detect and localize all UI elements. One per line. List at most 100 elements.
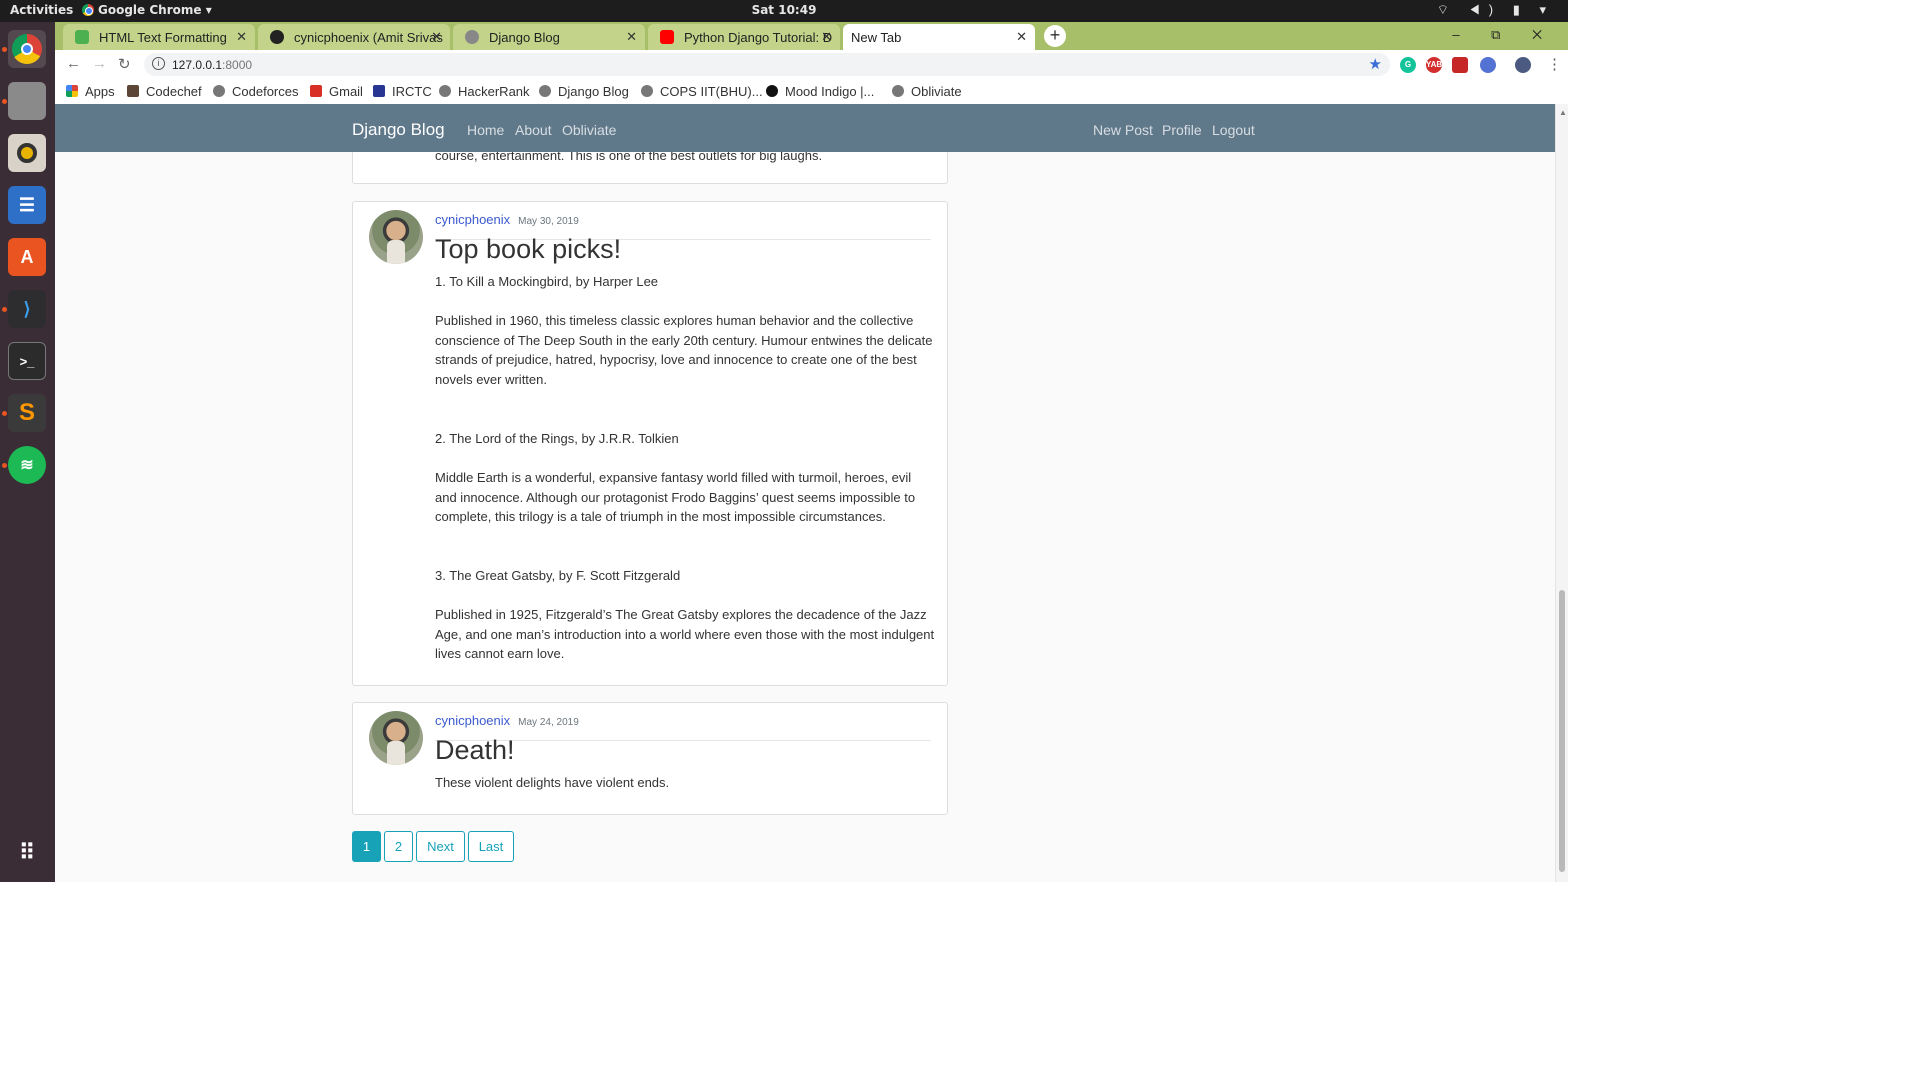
bookmark-hackerrank[interactable]: HackerRank — [439, 84, 530, 99]
bookmark-star-icon[interactable]: ★ — [1369, 55, 1382, 73]
sublime-text-icon[interactable]: S — [8, 394, 46, 432]
extension-icon[interactable] — [1452, 57, 1468, 73]
close-tab-icon[interactable]: ✕ — [431, 29, 442, 45]
scroll-up-icon[interactable]: ▲ — [1559, 108, 1567, 117]
grammarly-extension-icon[interactable]: G — [1400, 57, 1416, 73]
spotify-icon[interactable]: ≋ — [8, 446, 46, 484]
bookmark-label: IRCTC — [392, 84, 432, 99]
page-viewport: course, entertainment. This is one of th… — [55, 104, 1568, 882]
show-applications-icon[interactable]: ⠿ — [8, 834, 46, 872]
window-controls[interactable]: – ⧉ ✕ — [1452, 27, 1556, 43]
close-tab-icon[interactable]: ✕ — [236, 29, 247, 45]
bookmark-apps[interactable]: Apps — [66, 84, 115, 99]
post-paragraph: 3. The Great Gatsby, by F. Scott Fitzger… — [435, 567, 681, 583]
url-host: 127.0.0.1 — [172, 58, 223, 72]
favicon-icon — [75, 30, 89, 44]
tab-title: Django Blog — [489, 30, 560, 45]
bookmark-label: Mood Indigo |... — [785, 84, 875, 99]
writer-icon[interactable]: ☰ — [8, 186, 46, 224]
reload-button[interactable]: ↻ — [118, 55, 131, 73]
post-date: May 24, 2019 — [518, 717, 579, 728]
terminal-icon[interactable]: >_ — [8, 342, 46, 380]
profile-avatar-icon[interactable] — [1515, 57, 1531, 73]
close-tab-icon[interactable]: ✕ — [626, 29, 637, 45]
page-scrollbar[interactable]: ▲ — [1555, 104, 1568, 882]
running-indicator — [2, 99, 7, 104]
post-title[interactable]: Top book picks! — [435, 234, 621, 265]
bookmark-codechef[interactable]: Codechef — [127, 84, 202, 99]
new-tab-button[interactable]: + — [1044, 25, 1066, 47]
site-navbar: Django Blog Home About Obliviate New Pos… — [55, 104, 1555, 152]
bookmark-django-blog[interactable]: Django Blog — [539, 84, 629, 99]
running-indicator — [2, 463, 7, 468]
extension-icon[interactable] — [1480, 57, 1496, 73]
author-link[interactable]: cynicphoenix — [435, 713, 510, 728]
forward-button[interactable]: → — [92, 55, 107, 72]
globe-icon — [439, 85, 451, 97]
scrollbar-thumb[interactable] — [1559, 590, 1565, 872]
site-brand[interactable]: Django Blog — [352, 120, 445, 140]
tab-title: Python Django Tutorial: D — [684, 30, 833, 45]
globe-icon — [213, 85, 225, 97]
rhythmbox-icon[interactable] — [8, 134, 46, 172]
bookmark-gmail[interactable]: Gmail — [310, 84, 363, 99]
bookmark-label: Apps — [85, 84, 115, 99]
post-body: These violent delights have violent ends… — [435, 775, 670, 790]
post-paragraph: 2. The Lord of the Rings, by J.R.R. Tolk… — [435, 430, 679, 446]
tab-title: HTML Text Formatting — [99, 30, 227, 45]
system-tray[interactable]: ⌔ ◀) ▮ ▾ — [1437, 2, 1554, 18]
address-bar[interactable]: i 127.0.0.1:8000 ★ — [144, 53, 1390, 76]
info-icon[interactable]: i — [152, 57, 165, 70]
running-indicator — [2, 307, 7, 312]
next-page-button[interactable]: Next — [416, 831, 465, 862]
post-card: cynicphoenix May 24, 2019 Death! These vi… — [352, 702, 948, 815]
url-port: :8000 — [222, 58, 253, 72]
files-icon[interactable] — [8, 82, 46, 120]
nav-obliviate[interactable]: Obliviate — [562, 122, 616, 138]
last-page-button[interactable]: Last — [468, 831, 514, 862]
running-indicator — [2, 47, 7, 52]
bookmark-label: Codechef — [146, 84, 202, 99]
tab-django-blog[interactable]: Django Blog ✕ — [453, 24, 645, 50]
bookmark-mood-indigo[interactable]: Mood Indigo |... — [766, 84, 874, 99]
back-button[interactable]: ← — [66, 55, 81, 72]
tab-new-tab[interactable]: New Tab ✕ — [843, 24, 1035, 50]
close-tab-icon[interactable]: ✕ — [821, 29, 832, 45]
page-2-button[interactable]: 2 — [384, 831, 413, 862]
author-link[interactable]: cynicphoenix — [435, 212, 510, 227]
vscode-icon[interactable]: ⟩ — [8, 290, 46, 328]
post-title[interactable]: Death! — [435, 735, 515, 766]
tab-html-text-formatting[interactable]: HTML Text Formatting ✕ — [63, 24, 255, 50]
tab-youtube[interactable]: Python Django Tutorial: D ✕ — [648, 24, 840, 50]
close-tab-icon[interactable]: ✕ — [1016, 29, 1027, 45]
avatar[interactable] — [369, 210, 423, 264]
adblock-extension-icon[interactable]: YAB — [1426, 57, 1442, 73]
nav-about[interactable]: About — [515, 122, 552, 138]
avatar[interactable] — [369, 711, 423, 765]
post-date: May 30, 2019 — [518, 216, 579, 227]
post-body: 1. To Kill a Mockingbird, by Harper Lee … — [435, 272, 935, 683]
codechef-icon — [127, 85, 139, 97]
globe-icon — [892, 85, 904, 97]
gmail-icon — [310, 85, 322, 97]
youtube-icon — [660, 30, 674, 44]
nav-profile[interactable]: Profile — [1162, 122, 1202, 138]
bookmark-cops[interactable]: COPS IIT(BHU)... — [641, 84, 763, 99]
bookmark-codeforces[interactable]: Codeforces — [213, 84, 298, 99]
tab-github[interactable]: cynicphoenix (Amit Srivas ✕ — [258, 24, 450, 50]
software-center-icon[interactable]: A — [8, 238, 46, 276]
bookmark-label: Obliviate — [911, 84, 962, 99]
globe-icon — [465, 30, 479, 44]
bookmark-obliviate[interactable]: Obliviate — [892, 84, 962, 99]
post-paragraph: Published in 1925, Fitzgerald’s The Grea… — [435, 607, 935, 662]
chrome-icon[interactable] — [8, 30, 46, 68]
post-paragraph: Middle Earth is a wonderful, expansive f… — [435, 469, 916, 525]
menu-kebab-icon[interactable]: ⋮ — [1547, 55, 1562, 73]
bookmark-label: COPS IIT(BHU)... — [660, 84, 763, 99]
page-1-button[interactable]: 1 — [352, 831, 381, 862]
nav-logout[interactable]: Logout — [1212, 122, 1255, 138]
nav-new-post[interactable]: New Post — [1093, 122, 1153, 138]
bookmark-irctc[interactable]: IRCTC — [373, 84, 432, 99]
clock[interactable]: Sat 10:49 — [0, 3, 1568, 17]
nav-home[interactable]: Home — [467, 122, 504, 138]
